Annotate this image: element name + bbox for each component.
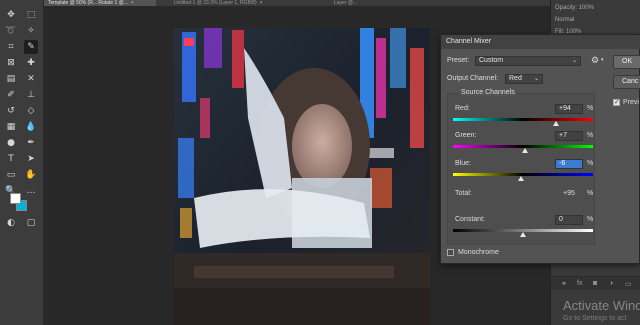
constant-label: Constant:: [455, 216, 485, 223]
photoshop-window: Template @ 50% (R... Rotate 1 @... × Unti…: [0, 0, 640, 325]
document-image[interactable]: [174, 28, 430, 325]
gear-icon[interactable]: ⚙: [591, 56, 599, 66]
preset-dropdown[interactable]: Custom ⌄: [475, 56, 581, 66]
chevron-down-icon: ⌄: [533, 76, 539, 82]
percent-label: %: [587, 190, 594, 197]
percent-label: %: [587, 105, 594, 112]
blue-slider-thumb[interactable]: [517, 176, 524, 181]
output-channel-value: Red: [509, 75, 522, 82]
red-value-field[interactable]: +94: [555, 104, 583, 114]
photo-content: [174, 28, 430, 325]
preview-checkbox[interactable]: [613, 98, 620, 106]
opacity-row[interactable]: Opacity: 100%: [551, 4, 640, 13]
frame-icon[interactable]: ⊠: [4, 56, 18, 70]
shape-icon[interactable]: ▭: [4, 168, 18, 182]
magic-wand-icon[interactable]: ✧: [24, 24, 38, 38]
preset-value: Custom: [479, 57, 504, 64]
screen-mode-icon[interactable]: ▢: [24, 216, 38, 230]
blend-mode-row[interactable]: Normal: [551, 16, 640, 25]
blue-value-field[interactable]: -6: [555, 159, 583, 169]
crop-icon[interactable]: ⌗: [4, 40, 18, 54]
monochrome-label: Monochrome: [458, 249, 499, 256]
eraser-icon[interactable]: ◇: [24, 104, 38, 118]
pen-icon[interactable]: ✒: [24, 136, 38, 150]
ok-button[interactable]: OK: [613, 55, 640, 69]
cancel-button[interactable]: Canc: [613, 75, 640, 89]
red-slider-thumb[interactable]: [552, 121, 559, 126]
quick-mask-icon[interactable]: ◐: [4, 216, 18, 230]
foreground-color-swatch[interactable]: [10, 193, 21, 204]
red-label: Red:: [455, 105, 470, 112]
folder-icon[interactable]: ▭: [625, 280, 632, 288]
monochrome-checkbox[interactable]: [447, 249, 454, 256]
marquee-icon[interactable]: ⬚: [24, 8, 38, 22]
source-channels-label: Source Channels: [459, 89, 517, 96]
channel-mixer-dialog: Channel Mixer Preset: Custom ⌄ ⚙ ▾ Outpu…: [440, 34, 640, 264]
link-icon[interactable]: ⚭: [561, 280, 567, 288]
activate-windows-watermark: Activate Windo: [563, 298, 640, 313]
eyedropper-icon[interactable]: ✎: [24, 40, 38, 54]
healing-icon[interactable]: ✚: [24, 56, 38, 70]
preview-label: Previ: [623, 99, 639, 106]
chevron-down-icon: ⌄: [571, 58, 577, 64]
history-brush-icon[interactable]: ↺: [4, 104, 18, 118]
constant-value-field[interactable]: 0: [555, 215, 583, 225]
green-slider-thumb[interactable]: [522, 148, 529, 153]
more-icon[interactable]: …: [24, 184, 38, 198]
hand-icon[interactable]: ✋: [24, 168, 38, 182]
red-slider-track[interactable]: [453, 118, 593, 121]
move-icon[interactable]: ✥: [4, 8, 18, 22]
total-label: Total:: [455, 190, 472, 197]
lasso-icon[interactable]: ➰: [4, 24, 18, 38]
fx-icon[interactable]: fx: [577, 280, 582, 287]
content-aware-move-icon[interactable]: ✕: [24, 72, 38, 86]
blur-icon[interactable]: 💧: [24, 120, 38, 134]
gradient-icon[interactable]: ▦: [4, 120, 18, 134]
patch-icon[interactable]: ▤: [4, 72, 18, 86]
green-value-field[interactable]: +7: [555, 131, 583, 141]
green-label: Green:: [455, 132, 477, 139]
dialog-title[interactable]: Channel Mixer: [441, 35, 640, 49]
percent-label: %: [587, 216, 594, 223]
total-value: +95: [563, 190, 575, 197]
output-channel-label: Output Channel:: [447, 75, 498, 82]
brush-icon[interactable]: ✐: [4, 88, 18, 102]
output-channel-dropdown[interactable]: Red ⌄: [505, 74, 543, 84]
preset-label: Preset:: [447, 57, 470, 64]
chevron-down-icon[interactable]: ▾: [601, 57, 604, 63]
dodge-icon[interactable]: ●: [4, 136, 18, 150]
tools-panel: ✥ ⬚ ➰ ✧ ⌗ ✎ ⊠ ✚ ▤ ✕ ✐ ⊥ ↺ ◇ ▦ 💧 ● ✒ T ➤ …: [0, 0, 44, 325]
activate-windows-subtitle: Go to Settings to act: [563, 315, 627, 322]
blue-label: Blue:: [455, 160, 471, 167]
percent-label: %: [587, 132, 594, 139]
path-select-icon[interactable]: ➤: [24, 152, 38, 166]
constant-slider-thumb[interactable]: [520, 232, 526, 237]
stamp-icon[interactable]: ⊥: [24, 88, 38, 102]
adjustment-icon[interactable]: ◑: [609, 280, 613, 287]
type-icon[interactable]: T: [4, 152, 18, 166]
layers-footer: ⚭ fx ◙ ◑ ▭: [551, 276, 640, 290]
mask-icon[interactable]: ◙: [593, 280, 597, 287]
percent-label: %: [587, 160, 594, 167]
